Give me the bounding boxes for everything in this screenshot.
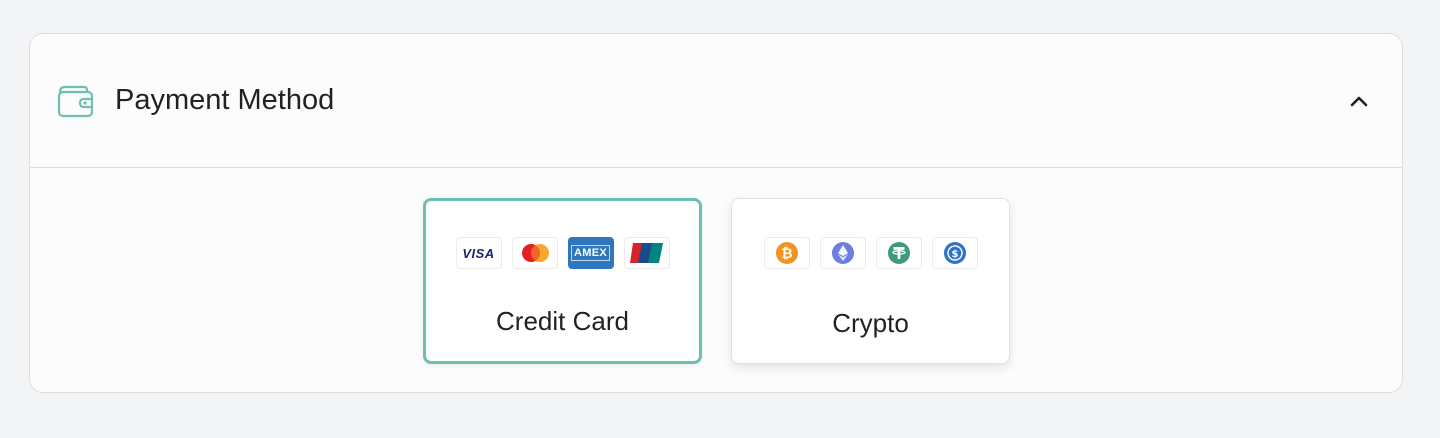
tether-icon [875, 237, 922, 269]
credit-card-option[interactable]: VISA AMEX Credit Card [423, 198, 702, 364]
ethereum-coin [831, 242, 854, 264]
wallet-icon [57, 85, 94, 118]
ethereum-icon [819, 237, 866, 269]
collapse-toggle-button[interactable] [1344, 86, 1374, 116]
panel-header[interactable]: Payment Method [30, 34, 1402, 168]
crypto-option[interactable]: ₿ $ Crypto [731, 198, 1010, 364]
chevron-up-icon [1350, 96, 1368, 107]
mastercard-circles [521, 244, 549, 262]
visa-icon: VISA [455, 237, 502, 269]
svg-text:₿: ₿ [781, 246, 792, 262]
credit-card-label: Credit Card [496, 306, 629, 336]
amex-icon: AMEX [567, 237, 614, 269]
crypto-logos: ₿ $ [732, 237, 1009, 269]
usdc-coin: $ [943, 242, 966, 264]
mastercard-icon [511, 237, 558, 269]
svg-text:$: $ [951, 249, 958, 260]
payment-method-panel: Payment Method VISA AMEX Credit Card ₿ $… [29, 33, 1403, 393]
tether-coin [887, 242, 910, 264]
payment-options: VISA AMEX Credit Card ₿ $ Crypto [30, 168, 1402, 392]
usdc-icon: $ [931, 237, 978, 269]
amex-logo-text: AMEX [571, 245, 610, 261]
unionpay-icon [623, 237, 670, 269]
bitcoin-icon: ₿ [763, 237, 810, 269]
card-logos: VISA AMEX [426, 237, 699, 269]
visa-logo-text: VISA [462, 245, 495, 261]
unionpay-logo [629, 243, 663, 263]
crypto-label: Crypto [832, 308, 909, 338]
bitcoin-coin: ₿ [775, 242, 798, 264]
panel-title: Payment Method [115, 84, 335, 116]
